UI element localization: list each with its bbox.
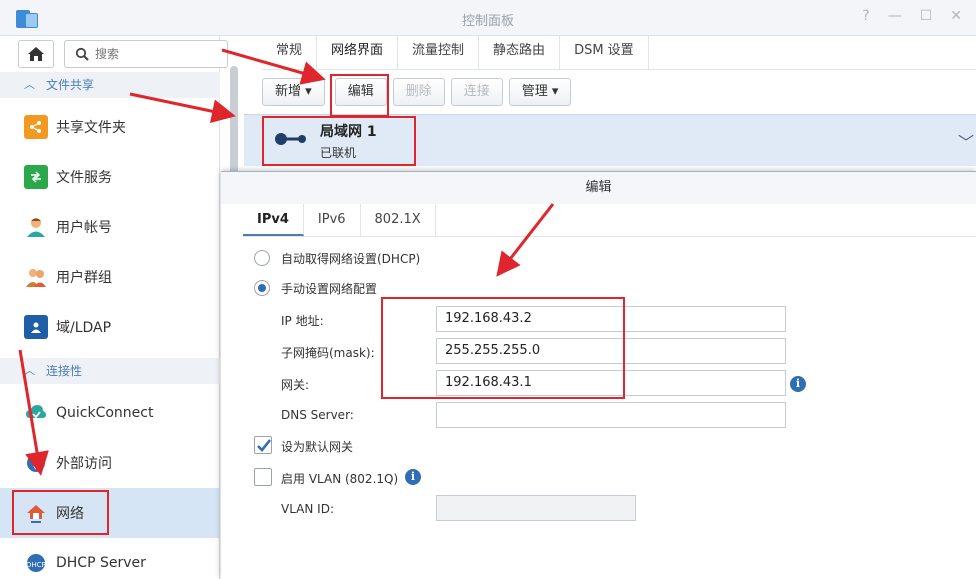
vlan-checkbox[interactable]: [254, 468, 272, 486]
default-gateway-label: 设为默认网关: [281, 440, 354, 454]
close-icon[interactable]: ✕: [950, 8, 962, 24]
help-icon[interactable]: ?: [862, 8, 869, 24]
manage-button[interactable]: 管理 ▾: [508, 78, 572, 106]
sidebar-item-external-access[interactable]: 外部访问: [0, 438, 220, 488]
toolbar: 新增 ▾ 编辑 删除 连接 管理 ▾: [262, 78, 572, 106]
checkmark-icon: [257, 439, 272, 452]
minimize-icon[interactable]: —: [888, 8, 902, 24]
window-title: 控制面板: [461, 14, 514, 29]
info-icon[interactable]: i: [405, 469, 421, 485]
home-button[interactable]: [18, 40, 54, 68]
connect-button[interactable]: 连接: [450, 78, 503, 106]
search-input[interactable]: [95, 45, 215, 63]
sidebar-item-shared-folder[interactable]: 共享文件夹: [0, 102, 220, 152]
annotation-box-edit: [330, 74, 389, 117]
group-icon: [24, 265, 48, 289]
tab-divider: [262, 69, 976, 70]
maximize-icon[interactable]: ☐: [920, 8, 933, 24]
sidebar-item-file-services[interactable]: 文件服务: [0, 152, 220, 202]
annotation-box-interface: [262, 116, 416, 166]
tab-8021x[interactable]: 802.1X: [361, 204, 436, 236]
tab-network-interface[interactable]: 网络界面: [317, 36, 399, 70]
section-file-sharing[interactable]: ︿ 文件共享: [0, 72, 220, 98]
domain-ldap-icon: [24, 315, 48, 339]
dns-label: DNS Server:: [281, 408, 354, 422]
dialog-tab-divider: [243, 236, 976, 237]
sidebar-item-group[interactable]: 用户群组: [0, 252, 220, 302]
tab-ipv6[interactable]: IPv6: [304, 204, 361, 236]
tab-dsm-settings[interactable]: DSM 设置: [560, 36, 649, 70]
info-icon[interactable]: i: [790, 376, 806, 392]
sidebar-scrollbar[interactable]: [230, 66, 238, 176]
user-icon: [24, 215, 48, 239]
manual-label: 手动设置网络配置: [281, 282, 378, 296]
ip-label: IP 地址:: [281, 314, 324, 328]
sidebar-item-quickconnect[interactable]: QuickConnect: [0, 388, 220, 438]
main-tabs: 常规 网络界面 流量控制 静态路由 DSM 设置: [262, 36, 649, 70]
manual-radio[interactable]: [254, 280, 270, 296]
dhcp-radio[interactable]: [254, 250, 270, 266]
tab-general[interactable]: 常规: [262, 36, 318, 70]
mask-label: 子网掩码(mask):: [281, 346, 375, 360]
search-field[interactable]: [64, 40, 228, 68]
chevron-down-icon[interactable]: ﹀: [958, 129, 974, 153]
window-controls: ? — ☐ ✕: [862, 8, 962, 24]
chevron-up-icon: ︿: [24, 78, 35, 91]
section-connectivity[interactable]: ︿ 连接性: [0, 358, 220, 384]
sidebar-item-domain-ldap[interactable]: 域/LDAP: [0, 302, 220, 352]
vlan-id-field[interactable]: [436, 495, 636, 521]
dialog-tabs: IPv4 IPv6 802.1X: [243, 204, 436, 236]
dhcp-label: 自动取得网络设置(DHCP): [281, 252, 421, 266]
tab-static-route[interactable]: 静态路由: [479, 36, 561, 70]
vlan-id-label: VLAN ID:: [281, 502, 334, 516]
title-bar: 控制面板 ? — ☐ ✕: [0, 0, 976, 36]
delete-button[interactable]: 删除: [392, 78, 445, 106]
search-icon: [75, 47, 89, 61]
quickconnect-icon: [24, 401, 48, 425]
shared-folder-icon: [24, 115, 48, 139]
sidebar-item-user[interactable]: 用户帐号: [0, 202, 220, 252]
tab-traffic-control[interactable]: 流量控制: [398, 36, 480, 70]
new-button[interactable]: 新增 ▾: [262, 78, 325, 106]
annotation-box-network: [12, 490, 109, 535]
tab-ipv4[interactable]: IPv4: [243, 204, 304, 236]
dialog-title: 编辑: [221, 172, 976, 204]
file-services-icon: [24, 165, 48, 189]
annotation-box-fields: [381, 297, 625, 399]
vlan-label: 启用 VLAN (802.1Q): [281, 472, 399, 486]
default-gateway-checkbox[interactable]: [254, 436, 272, 454]
home-icon: [28, 47, 44, 61]
sidebar-item-dhcp-server[interactable]: DHCP DHCP Server: [0, 538, 220, 579]
gateway-label: 网关:: [281, 378, 310, 392]
chevron-up-icon: ︿: [24, 364, 35, 377]
dns-server-field[interactable]: [436, 402, 786, 428]
dhcp-server-icon: DHCP: [24, 551, 48, 575]
external-access-icon: [24, 451, 48, 475]
svg-text:DHCP: DHCP: [26, 561, 46, 569]
